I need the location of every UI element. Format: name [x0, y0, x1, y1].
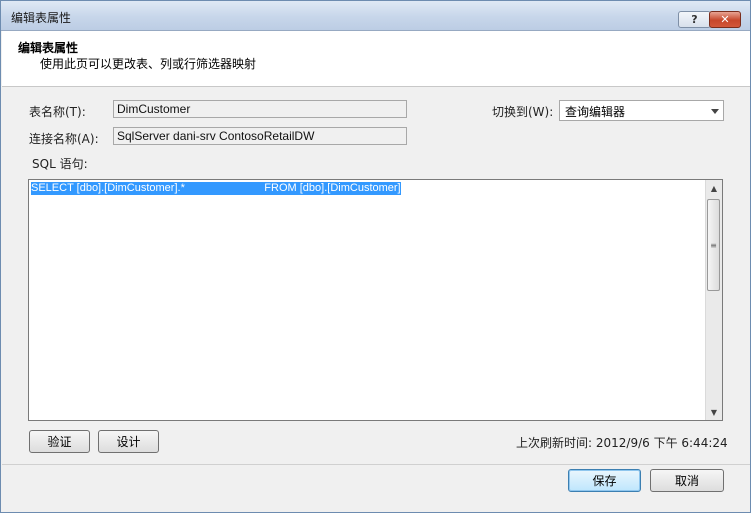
last-refresh-time: 上次刷新时间: 2012/9/6 下午 6:44:24: [516, 436, 728, 450]
dialog-header: 编辑表属性 使用此页可以更改表、列或行筛选器映射: [2, 31, 750, 87]
cancel-button[interactable]: 取消: [650, 469, 724, 492]
vertical-scrollbar[interactable]: ▲ ≡ ▼: [705, 180, 722, 420]
save-button[interactable]: 保存: [568, 469, 641, 492]
scroll-thumb[interactable]: ≡: [707, 199, 720, 291]
sql-statement-label: SQL 语句:: [32, 157, 88, 171]
switch-to-value: 查询编辑器: [565, 105, 626, 119]
switch-to-dropdown[interactable]: 查询编辑器: [559, 100, 724, 121]
window-title: 编辑表属性: [11, 11, 72, 25]
edit-table-properties-dialog: 编辑表属性 ? ✕ 编辑表属性 使用此页可以更改表、列或行筛选器映射 表名称(T…: [0, 0, 751, 513]
sql-editor[interactable]: SELECT [dbo].[DimCustomer].* FROM [dbo].…: [28, 179, 723, 421]
validate-button-label: 验证: [47, 435, 72, 449]
design-button-label: 设计: [116, 435, 141, 449]
scroll-up-icon[interactable]: ▲: [706, 180, 722, 196]
validate-button[interactable]: 验证: [29, 430, 90, 453]
help-button[interactable]: ?: [678, 11, 711, 28]
table-name-label: 表名称(T):: [29, 105, 86, 119]
help-icon: ?: [691, 13, 698, 26]
close-button[interactable]: ✕: [709, 11, 741, 28]
design-button[interactable]: 设计: [98, 430, 159, 453]
connection-name-field[interactable]: SqlServer dani-srv ContosoRetailDW: [113, 127, 407, 145]
connection-name-label: 连接名称(A):: [29, 132, 99, 146]
footer-divider: [2, 464, 750, 465]
grip-icon: ≡: [710, 240, 717, 250]
close-icon: ✕: [720, 13, 730, 26]
sql-selected-text[interactable]: SELECT [dbo].[DimCustomer].* FROM [dbo].…: [31, 182, 401, 195]
table-name-field[interactable]: DimCustomer: [113, 100, 407, 118]
save-button-label: 保存: [592, 474, 617, 488]
header-heading: 编辑表属性: [18, 41, 79, 55]
scroll-down-icon[interactable]: ▼: [706, 404, 722, 420]
header-subtitle: 使用此页可以更改表、列或行筛选器映射: [40, 57, 257, 71]
switch-to-label: 切换到(W):: [492, 105, 554, 119]
title-bar: 编辑表属性 ? ✕: [1, 1, 750, 31]
cancel-button-label: 取消: [674, 474, 699, 488]
chevron-down-icon: [711, 109, 719, 114]
